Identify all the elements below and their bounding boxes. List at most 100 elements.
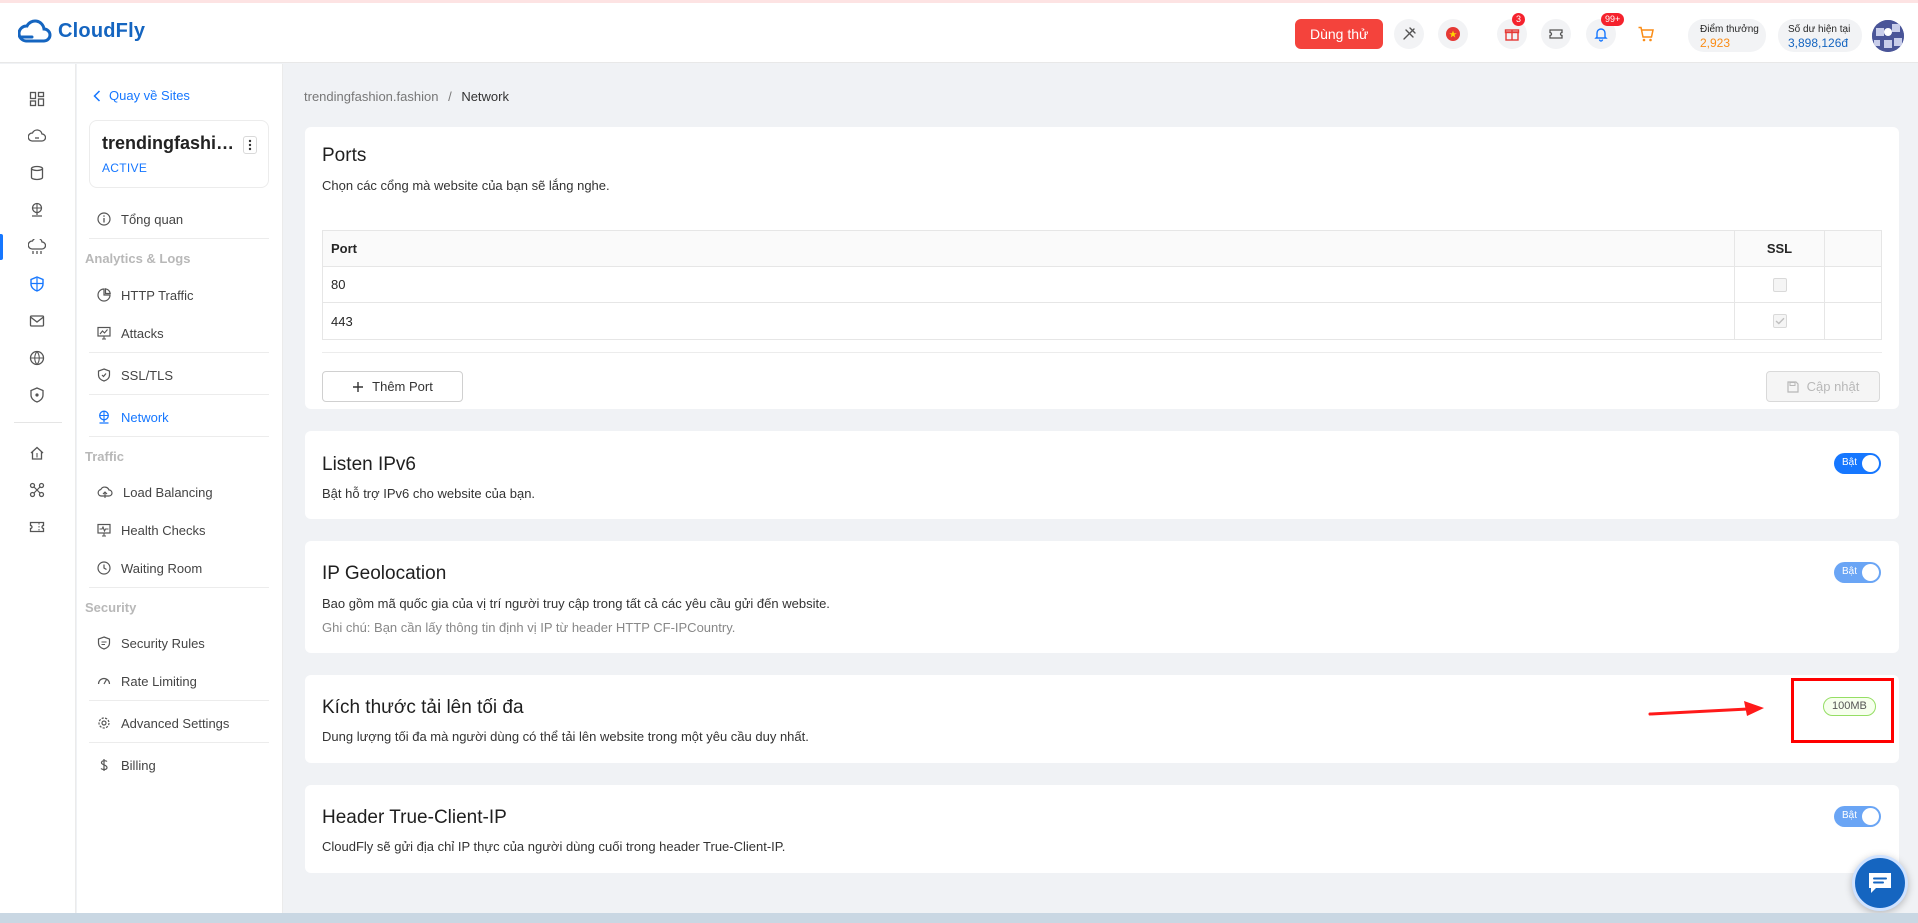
vn-flag-icon[interactable] xyxy=(1438,19,1468,49)
ssl-checkbox[interactable] xyxy=(1772,277,1787,292)
group-traffic: Traffic xyxy=(85,449,125,464)
ports-divider xyxy=(322,352,1882,353)
chat-bubble-icon xyxy=(1866,870,1894,896)
column-header-ssl: SSL xyxy=(1735,231,1825,266)
back-link-label: Quay về Sites xyxy=(109,88,190,103)
true-client-ip-toggle[interactable]: Bật xyxy=(1834,806,1881,827)
ticket-icon[interactable] xyxy=(1541,19,1571,49)
rail-active-indicator xyxy=(0,234,3,260)
sidebar-item-ssl-tls[interactable]: SSL/TLS xyxy=(89,358,269,392)
mail-icon[interactable] xyxy=(26,310,48,332)
table-header-row: Port SSL xyxy=(323,231,1881,267)
geolocation-description: Bao gồm mã quốc gia của vị trí người tru… xyxy=(322,596,830,611)
security-shield-icon[interactable] xyxy=(26,384,48,406)
network-icon xyxy=(97,410,111,424)
gift-badge: 3 xyxy=(1512,13,1526,26)
ports-description: Chọn các cổng mà website của bạn sẽ lắng… xyxy=(322,178,610,193)
balance-label: Số dư hiện tại xyxy=(1788,24,1851,35)
add-port-label: Thêm Port xyxy=(372,379,433,394)
shield-globe-icon[interactable] xyxy=(26,273,48,295)
toggle-label: Bật xyxy=(1842,566,1858,577)
sidebar-item-label: Network xyxy=(121,409,169,425)
back-to-sites-link[interactable]: Quay về Sites xyxy=(93,88,190,103)
logo-text: CloudFly xyxy=(58,19,146,42)
sidebar-item-network[interactable]: Network xyxy=(89,400,269,434)
sidebar-item-attacks[interactable]: Attacks xyxy=(89,316,269,350)
port-value: 443 xyxy=(323,303,1735,339)
max-upload-description: Dung lượng tối đa mà người dùng có thể t… xyxy=(322,729,809,744)
sidebar-divider xyxy=(89,238,269,239)
cdn-cloud-icon[interactable] xyxy=(26,236,48,258)
ssl-cell xyxy=(1735,303,1825,339)
ipv6-card: Listen IPv6 Bật hỗ trợ IPv6 cho website … xyxy=(305,431,1899,519)
row-actions xyxy=(1825,303,1881,339)
breadcrumb-separator: / xyxy=(448,89,452,104)
trial-button[interactable]: Dùng thử xyxy=(1295,19,1384,49)
add-port-button[interactable]: Thêm Port xyxy=(322,371,463,402)
info-icon xyxy=(97,212,111,226)
sidebar-item-label: Tổng quan xyxy=(121,211,184,227)
column-header-port: Port xyxy=(323,231,1735,266)
sidebar-item-label: HTTP Traffic xyxy=(121,287,194,303)
site-more-icon[interactable] xyxy=(243,136,257,154)
ssl-checkbox[interactable] xyxy=(1772,314,1787,328)
geolocation-title: IP Geolocation xyxy=(322,563,447,584)
sidebar-item-http-traffic[interactable]: HTTP Traffic xyxy=(89,278,269,312)
sidebar-item-security-rules[interactable]: Security Rules xyxy=(89,626,269,660)
affiliate-icon[interactable] xyxy=(26,479,48,501)
bell-icon[interactable]: 99+ xyxy=(1586,13,1625,49)
clock-icon xyxy=(97,561,111,575)
reward-points[interactable]: Điểm thưởng 2,923 xyxy=(1688,19,1766,52)
sidebar-item-billing[interactable]: Billing xyxy=(89,748,269,782)
icon-rail xyxy=(0,64,76,913)
reward-label: Điểm thưởng xyxy=(1700,24,1759,35)
sidebar-divider xyxy=(89,394,269,395)
breadcrumb-site[interactable]: trendingfashion.fashion xyxy=(304,89,438,104)
sidebar-divider xyxy=(89,700,269,701)
network-globe-icon[interactable] xyxy=(26,199,48,221)
update-button[interactable]: Cập nhật xyxy=(1766,371,1880,402)
true-client-ip-title: Header True-Client-IP xyxy=(322,807,507,828)
dashboard-icon[interactable] xyxy=(26,88,48,110)
logo[interactable]: CloudFly xyxy=(18,17,145,45)
cloud-logo-icon xyxy=(18,17,52,45)
database-icon[interactable] xyxy=(26,162,48,184)
breadcrumb: trendingfashion.fashion / Network xyxy=(304,89,509,104)
sidebar-item-waiting-room[interactable]: Waiting Room xyxy=(89,551,269,585)
site-name: trendingfashion.fashion xyxy=(102,133,242,153)
account-balance[interactable]: Số dư hiện tại 3,898,126đ xyxy=(1778,19,1862,52)
cloud-server-icon[interactable] xyxy=(26,125,48,147)
ipv6-toggle[interactable]: Bật xyxy=(1834,453,1881,474)
column-header-actions xyxy=(1825,231,1881,266)
home-dollar-icon[interactable] xyxy=(26,442,48,464)
table-row: 443 xyxy=(323,303,1881,339)
toggle-knob xyxy=(1862,564,1879,581)
ports-table: Port SSL 80 443 xyxy=(322,230,1882,340)
group-security: Security xyxy=(85,600,137,615)
ipv6-title: Listen IPv6 xyxy=(322,454,416,475)
www-icon[interactable] xyxy=(26,347,48,369)
breadcrumb-current: Network xyxy=(461,89,509,104)
rocket-icon[interactable] xyxy=(1394,19,1424,49)
shield-list-icon xyxy=(97,636,111,650)
monitor-chart-icon xyxy=(97,326,111,340)
coupon-icon[interactable] xyxy=(26,516,48,538)
site-status-badge: ACTIVE xyxy=(102,161,148,175)
sidebar-divider xyxy=(89,436,269,437)
top-header: CloudFly Dùng thử 3 99+ Điểm thưởng 2,92… xyxy=(0,3,1918,63)
monitor-pulse-icon xyxy=(97,523,111,537)
sidebar-item-rate-limiting[interactable]: Rate Limiting xyxy=(89,664,269,698)
port-value: 80 xyxy=(323,267,1735,302)
sidebar-divider xyxy=(89,587,269,588)
sidebar-item-overview[interactable]: Tổng quan xyxy=(89,202,269,236)
sidebar-item-load-balancing[interactable]: Load Balancing xyxy=(89,475,269,509)
geolocation-toggle[interactable]: Bật xyxy=(1834,562,1881,583)
cart-icon[interactable] xyxy=(1631,19,1661,49)
sidebar-item-health-checks[interactable]: Health Checks xyxy=(89,513,269,547)
sidebar-divider xyxy=(89,742,269,743)
chat-support-button[interactable] xyxy=(1852,855,1908,911)
avatar[interactable] xyxy=(1872,20,1904,52)
gift-icon[interactable]: 3 xyxy=(1497,13,1527,49)
plus-icon xyxy=(352,381,364,393)
sidebar-item-advanced-settings[interactable]: Advanced Settings xyxy=(89,706,269,740)
